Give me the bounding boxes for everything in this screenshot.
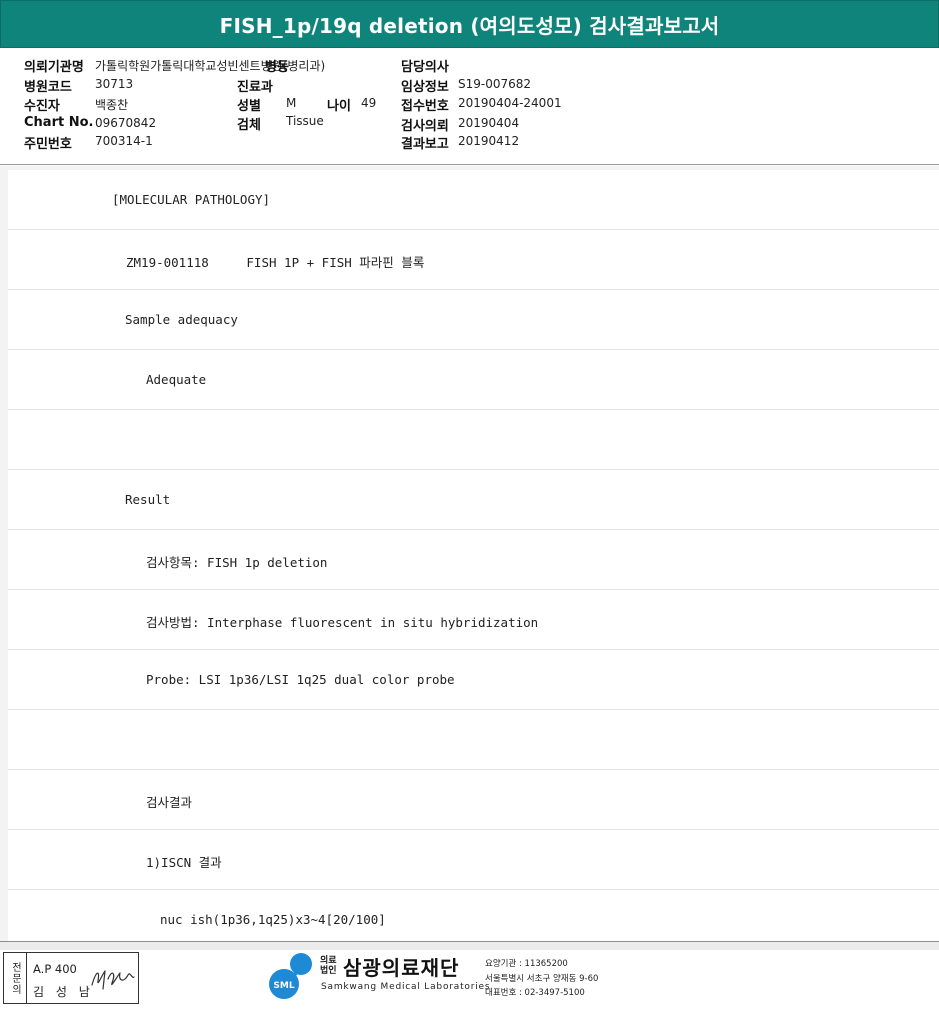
department-label: 진료과 bbox=[237, 80, 273, 95]
institution-value: 가톨릭학원가톨릭대학교성빈센트병원(병리과) bbox=[95, 59, 326, 73]
logo-name: 삼광의료재단 bbox=[343, 956, 460, 980]
report-line: Sample adequacy bbox=[8, 290, 939, 350]
report-line: Adequate bbox=[8, 350, 939, 410]
specialist-tag: 전문의 bbox=[4, 953, 27, 1003]
logo-kind: 의료법인 bbox=[320, 956, 337, 976]
report-line: [MOLECULAR PATHOLOGY] bbox=[8, 170, 939, 230]
report-line bbox=[8, 410, 939, 470]
report-body[interactable]: [MOLECULAR PATHOLOGY] ZM19-001118 FISH 1… bbox=[0, 166, 939, 941]
clinical-info-label: 임상정보 bbox=[401, 80, 449, 95]
report-line-text: nuc ish(1p36,1q25)x3~4[20/100] bbox=[160, 912, 386, 927]
specialist-name: 김 성 남 bbox=[33, 985, 94, 999]
report-line-text: Adequate bbox=[146, 372, 207, 387]
hospital-code-label: 병원코드 bbox=[24, 80, 72, 95]
specialist-tag-text: 전문의 bbox=[9, 961, 21, 995]
request-date-value: 20190404 bbox=[458, 116, 520, 130]
report-line: Result bbox=[8, 470, 939, 530]
hospital-code-value: 30713 bbox=[95, 77, 134, 91]
signature-image bbox=[91, 970, 135, 990]
report-line-text: Probe: LSI 1p36/LSI 1q25 dual color prob… bbox=[146, 672, 455, 687]
report-line-text: Result bbox=[125, 492, 171, 507]
specimen-value: Tissue bbox=[286, 114, 324, 128]
patient-info-panel: 의뢰기관명 가톨릭학원가톨릭대학교성빈센트병원(병리과) 병동 병원코드 307… bbox=[0, 48, 939, 166]
report-line: 검사항목: FISH 1p deletion bbox=[8, 530, 939, 590]
report-line-text: 검사결과 bbox=[146, 795, 193, 810]
sml-logo-text: SML bbox=[273, 981, 294, 991]
ward-label: 병동 bbox=[265, 60, 289, 75]
report-line-text: 1)ISCN 결과 bbox=[146, 855, 222, 870]
rrn-label: 주민번호 bbox=[24, 137, 72, 152]
receipt-no-label: 접수번호 bbox=[401, 99, 449, 114]
address: 서울특별시 서초구 양재동 9-60 bbox=[485, 974, 599, 984]
report-title: FISH_1p/19q deletion (여의도성모) 검사결과보고서 bbox=[219, 13, 720, 38]
result-date-value: 20190412 bbox=[458, 134, 520, 148]
report-line-text: 검사항목: FISH 1p deletion bbox=[146, 555, 328, 570]
result-date-label: 결과보고 bbox=[401, 137, 449, 152]
specimen-label: 검체 bbox=[237, 118, 261, 133]
chart-no-value: 09670842 bbox=[95, 116, 157, 130]
sex-label: 성별 bbox=[237, 99, 261, 114]
report-line: 1)ISCN 결과 bbox=[8, 830, 939, 890]
age-value: 49 bbox=[361, 96, 377, 110]
sex-value: M bbox=[286, 96, 297, 110]
report-line-text: ZM19-001118 FISH 1P + FISH 파라핀 블록 bbox=[126, 255, 425, 270]
receipt-no-value: 20190404-24001 bbox=[458, 96, 562, 110]
report-line-text: 검사방법: Interphase fluorescent in situ hyb… bbox=[146, 615, 539, 630]
rrn-value: 700314-1 bbox=[95, 134, 153, 148]
phone-number: 대표번호 : 02-3497-5100 bbox=[485, 988, 585, 998]
specialist-signature-box: 전문의 A.P 400 김 성 남 bbox=[3, 952, 139, 1004]
report-line: Probe: LSI 1p36/LSI 1q25 dual color prob… bbox=[8, 650, 939, 710]
institution-label: 의뢰기관명 bbox=[24, 60, 84, 75]
report-line bbox=[8, 710, 939, 770]
logo-english-name: Samkwang Medical Laboratories bbox=[321, 982, 491, 992]
age-label: 나이 bbox=[327, 99, 351, 114]
doctor-label: 담당의사 bbox=[401, 60, 449, 75]
patient-value: 백종찬 bbox=[95, 98, 129, 112]
chart-no-label: Chart No. bbox=[24, 115, 94, 130]
report-line: 검사방법: Interphase fluorescent in situ hyb… bbox=[8, 590, 939, 650]
request-date-label: 검사의뢰 bbox=[401, 119, 449, 134]
patient-label: 수진자 bbox=[24, 99, 60, 114]
report-line: 검사결과 bbox=[8, 770, 939, 830]
report-line: nuc ish(1p36,1q25)x3~4[20/100] bbox=[8, 890, 939, 941]
report-line: ZM19-001118 FISH 1P + FISH 파라핀 블록 bbox=[8, 230, 939, 290]
report-line-text: [MOLECULAR PATHOLOGY] bbox=[112, 192, 271, 207]
institution-code: 요양기관 : 11365200 bbox=[485, 959, 568, 969]
report-content: [MOLECULAR PATHOLOGY] ZM19-001118 FISH 1… bbox=[8, 170, 939, 941]
sml-logo-icon: SML bbox=[269, 953, 312, 999]
report-line-text: Sample adequacy bbox=[125, 312, 238, 327]
footer-divider bbox=[0, 941, 939, 950]
clinical-info-value: S19-007682 bbox=[458, 77, 532, 91]
specialist-code: A.P 400 bbox=[33, 962, 77, 976]
info-divider bbox=[0, 164, 939, 165]
report-title-bar: FISH_1p/19q deletion (여의도성모) 검사결과보고서 bbox=[0, 0, 939, 48]
